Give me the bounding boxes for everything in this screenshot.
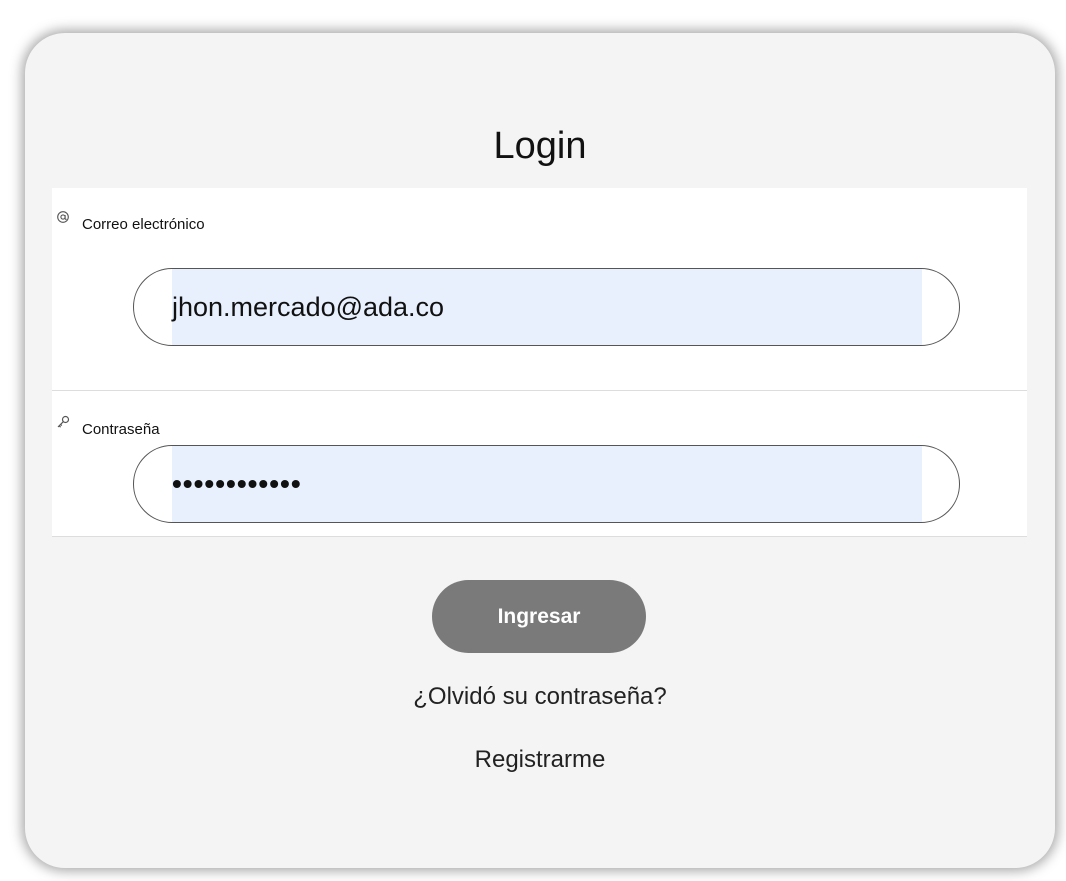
register-link[interactable]: Registrarme bbox=[25, 746, 1055, 774]
email-input[interactable]: jhon.mercado@ada.co bbox=[133, 268, 960, 346]
email-section: Correo electrónico jhon.mercado@ada.co bbox=[52, 188, 1027, 391]
email-label: Correo electrónico bbox=[82, 216, 205, 233]
email-input-value[interactable]: jhon.mercado@ada.co bbox=[172, 269, 444, 345]
email-label-row: Correo electrónico bbox=[57, 211, 205, 233]
password-label: Contraseña bbox=[82, 421, 160, 438]
password-input-value[interactable]: •••••••••••• bbox=[172, 446, 302, 522]
page-title: Login bbox=[493, 125, 587, 167]
password-section: Contraseña •••••••••••• bbox=[52, 391, 1027, 537]
at-icon bbox=[56, 210, 70, 224]
login-card: Login Correo electrónico jhon.mercado@ad… bbox=[25, 33, 1055, 868]
key-icon bbox=[56, 415, 70, 429]
forgot-password-link[interactable]: ¿Olvidó su contraseña? bbox=[25, 683, 1055, 711]
password-input[interactable]: •••••••••••• bbox=[133, 445, 960, 523]
ingresar-button[interactable]: Ingresar bbox=[432, 580, 646, 653]
password-label-row: Contraseña bbox=[57, 415, 160, 438]
